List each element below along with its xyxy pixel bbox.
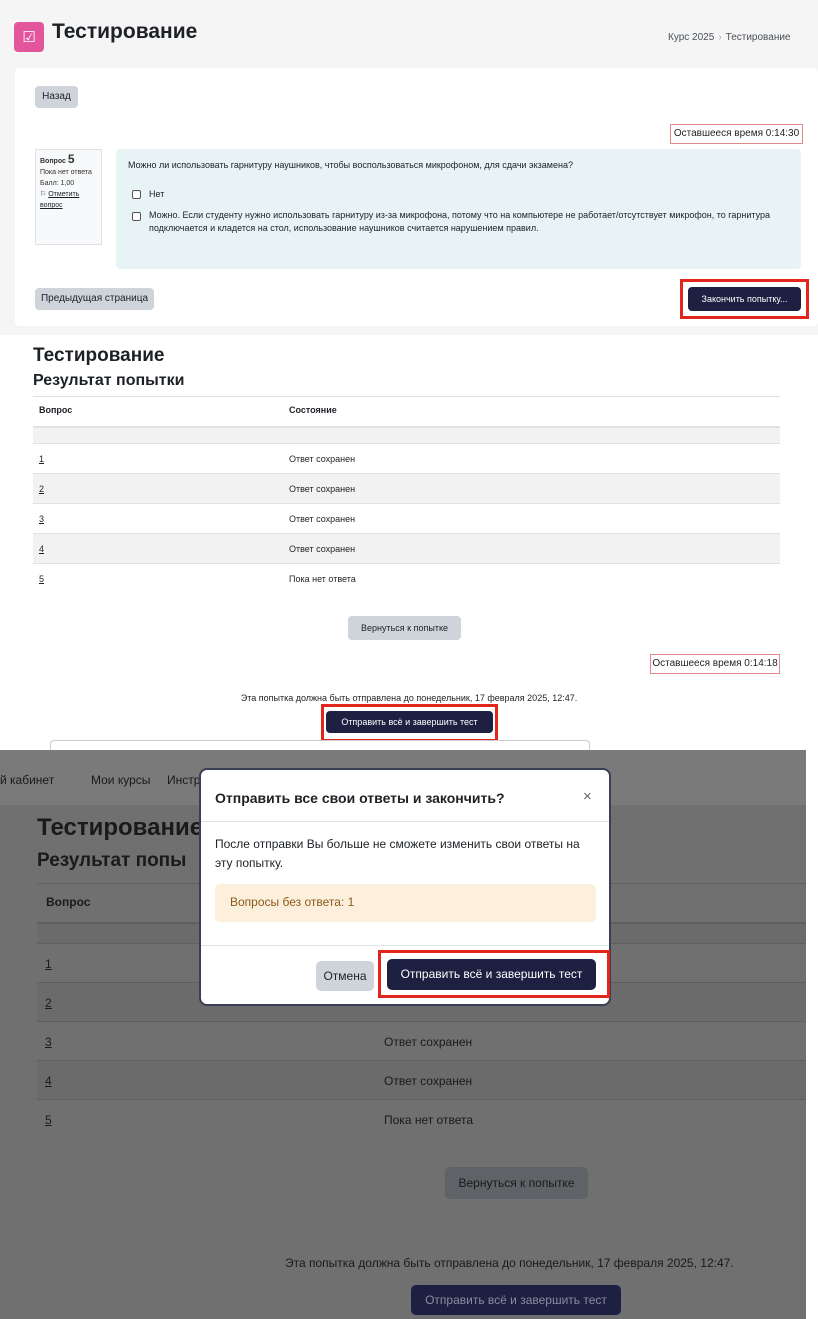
question-state: Ответ сохранен (289, 544, 356, 554)
dialog-header-divider (201, 821, 609, 822)
submit-all-button[interactable]: Отправить всё и завершить тест (411, 1285, 621, 1315)
question-state: Ответ сохранен (289, 484, 356, 494)
chevron-right-icon: › (718, 32, 722, 43)
question-link[interactable]: 1 (45, 957, 52, 971)
flag-icon: ⚐ (40, 191, 47, 198)
confirm-submit-button[interactable]: Отправить всё и завершить тест (387, 959, 596, 990)
nav-instructions[interactable]: Инстр (167, 773, 200, 787)
page-title: Тестирование (33, 345, 165, 366)
column-header-state: Состояние (289, 405, 337, 415)
table-top-border (33, 396, 780, 397)
page-subtitle: Результат попытки (33, 372, 185, 389)
table-row: 4 Ответ сохранен (33, 534, 780, 564)
question-link[interactable]: 5 (45, 1113, 52, 1127)
question-link[interactable]: 4 (39, 544, 44, 554)
quiz-icon: ☑ (14, 22, 44, 52)
question-state: Пока нет ответа (384, 1113, 474, 1127)
question-state: Пока нет ответа (289, 574, 356, 584)
flag-question-label[interactable]: Отметить вопрос (40, 191, 79, 209)
table-row: 3 Ответ сохранен (33, 504, 780, 534)
submit-all-button[interactable]: Отправить всё и завершить тест (326, 711, 493, 733)
table-row: 3 Ответ сохранен (37, 1022, 806, 1061)
question-link[interactable]: 1 (39, 454, 44, 464)
dialog-footer-divider (201, 945, 609, 946)
question-link[interactable]: 2 (45, 996, 52, 1010)
question-number: Вопрос 5 (40, 152, 75, 166)
dialog-body-text: После отправки Вы больше не сможете изме… (215, 837, 580, 870)
page-subtitle: Результат попы (37, 850, 187, 871)
dialog-title: Отправить все свои ответы и закончить? (215, 790, 505, 806)
table-row: 1 Ответ сохранен (33, 444, 780, 474)
deadline-notice: Эта попытка должна быть отправлена до по… (285, 1256, 734, 1270)
question-status: Пока нет ответа (40, 169, 92, 176)
question-link[interactable]: 3 (45, 1035, 52, 1049)
finish-attempt-button[interactable]: Закончить попытку... (688, 287, 801, 311)
table-row (33, 428, 780, 444)
question-link[interactable]: 3 (39, 514, 44, 524)
table-row: 5 Пока нет ответа (33, 564, 780, 594)
time-remaining: Оставшееся время 0:14:30 (670, 124, 803, 144)
question-text: Можно ли использовать гарнитуру наушнико… (128, 160, 573, 170)
question-score: Балл: 1,00 (40, 180, 75, 187)
attempt-summary-panel: Тестирование Результат попытки Вопрос Со… (0, 335, 818, 750)
back-button[interactable]: Назад (35, 86, 78, 108)
unanswered-alert: Вопросы без ответа: 1 (215, 884, 596, 922)
close-icon[interactable]: × (583, 788, 592, 805)
question-state: Ответ сохранен (384, 1074, 473, 1088)
table-row: 4 Ответ сохранен (37, 1061, 806, 1100)
breadcrumb-course[interactable]: Курс 2025 (668, 32, 714, 43)
page-header: ☑ Тестирование Курс 2025 › Тестирование (0, 0, 818, 68)
option-2-label: Можно. Если студенту нужно использовать … (149, 210, 771, 233)
nav-dashboard[interactable]: й кабинет (0, 773, 54, 787)
table-row: 5 Пока нет ответа (37, 1100, 806, 1139)
question-link[interactable]: 2 (39, 484, 44, 494)
breadcrumb: Курс 2025 › Тестирование (668, 32, 791, 43)
time-remaining: Оставшееся время 0:14:18 (650, 654, 780, 674)
return-to-attempt-button[interactable]: Вернуться к попытке (445, 1167, 588, 1199)
flag-question-link[interactable]: ⚐ Отметить вопрос (40, 189, 97, 211)
deadline-notice: Эта попытка должна быть отправлена до по… (240, 693, 578, 703)
page-title: Тестирование (52, 20, 198, 43)
page-title: Тестирование (37, 814, 204, 841)
nav-my-courses[interactable]: Мои курсы (91, 773, 150, 787)
table-row: 2 Ответ сохранен (33, 474, 780, 504)
cancel-button[interactable]: Отмена (316, 961, 374, 991)
previous-page-button[interactable]: Предыдущая страница (35, 288, 154, 310)
column-header-question: Вопрос (39, 405, 73, 415)
quiz-question-panel: ☑ Тестирование Курс 2025 › Тестирование На… (0, 0, 818, 335)
option-2-checkbox[interactable] (132, 212, 141, 221)
question-state: Ответ сохранен (384, 1035, 473, 1049)
option-1-label: Нет (149, 189, 165, 199)
question-link[interactable]: 5 (39, 574, 44, 584)
question-info: Вопрос 5 Пока нет ответа Балл: 1,00 ⚐ От… (35, 149, 102, 245)
confirm-submit-panel: й кабинет Мои курсы Инстр Тестирование Р… (0, 750, 806, 1319)
question-link[interactable]: 4 (45, 1074, 52, 1088)
question-state: Ответ сохранен (289, 454, 356, 464)
return-to-attempt-button[interactable]: Вернуться к попытке (348, 616, 461, 640)
option-1-checkbox[interactable] (132, 190, 141, 199)
breadcrumb-quiz[interactable]: Тестирование (726, 32, 791, 43)
question-state: Ответ сохранен (289, 514, 356, 524)
column-header-question: Вопрос (46, 895, 91, 909)
modal-edge-preview (50, 740, 590, 750)
